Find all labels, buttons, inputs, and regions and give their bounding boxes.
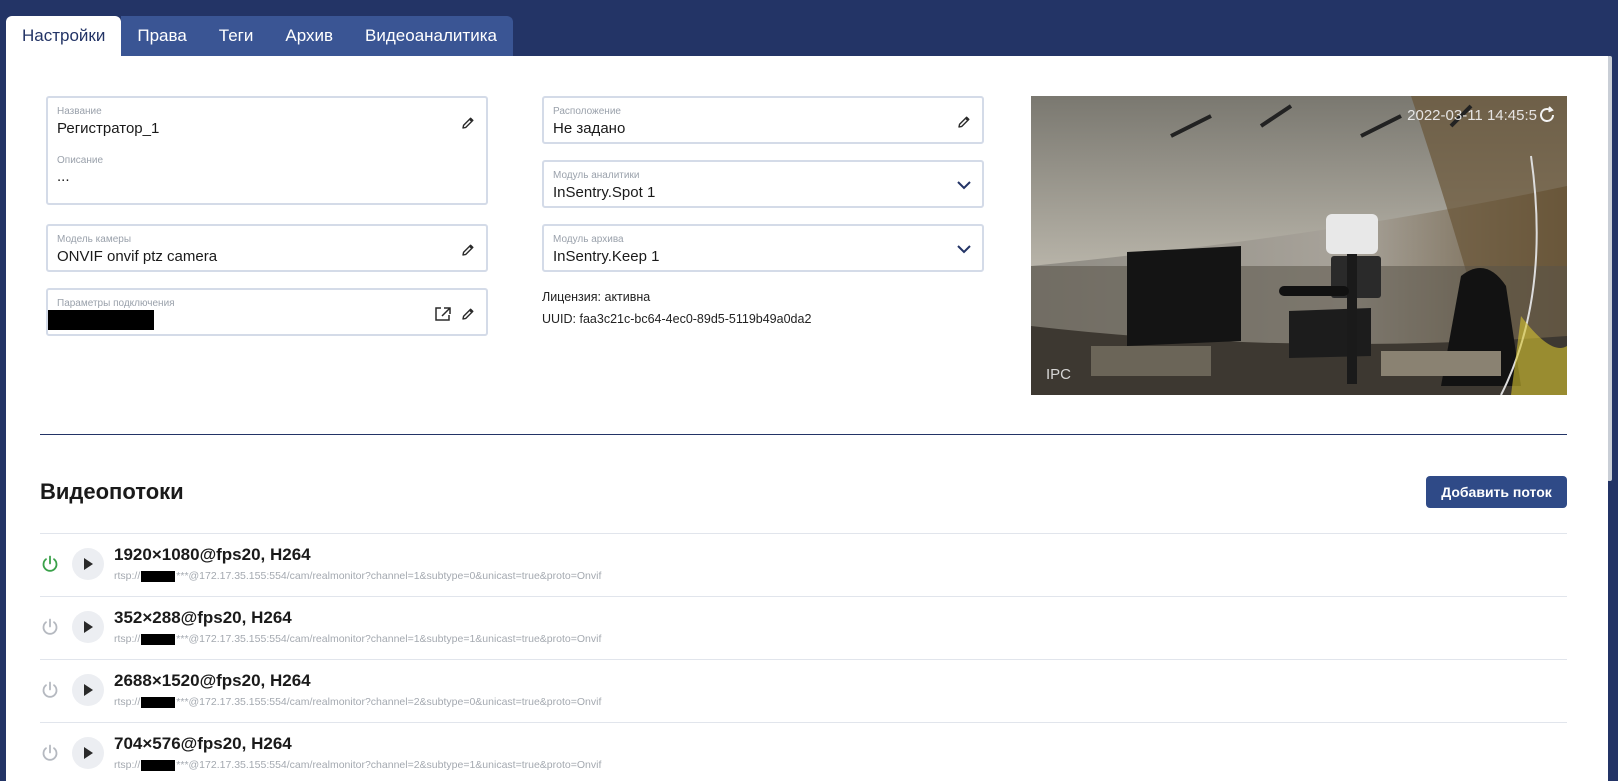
name-label: Название [57, 106, 102, 117]
stream-title: 2688×1520@fps20, H264 [114, 671, 311, 690]
stream-url-prefix: rtsp:// [114, 696, 141, 708]
streams-section-title: Видеопотоки [40, 479, 184, 504]
connection-params-field[interactable]: Параметры подключения [46, 288, 488, 336]
connection-params-label: Параметры подключения [57, 298, 175, 309]
stream-url-prefix: rtsp:// [114, 633, 141, 645]
power-off-icon[interactable] [40, 680, 60, 700]
add-stream-button[interactable]: Добавить поток [1426, 476, 1567, 508]
stream-url-prefix: rtsp:// [114, 759, 141, 771]
power-off-icon[interactable] [40, 617, 60, 637]
name-value: Регистратор_1 [57, 120, 160, 137]
stream-row[interactable]: 704×576@fps20, H264 rtsp:// ***@172.17.35… [40, 722, 1567, 781]
description-value: ... [57, 168, 70, 185]
tab-tags[interactable]: Теги [202, 16, 270, 56]
stream-url: rtsp:// ***@172.17.35.155:554/cam/realmon… [114, 759, 601, 771]
redacted-credentials [141, 570, 176, 582]
stream-url-suffix: ***@172.17.35.155:554/cam/realmonitor?ch… [176, 570, 602, 582]
stream-url-prefix: rtsp:// [114, 570, 141, 582]
license-status: Лицензия: активна [542, 290, 651, 304]
play-button[interactable] [72, 674, 104, 706]
play-icon [84, 747, 93, 759]
location-field[interactable]: Расположение Не задано [542, 96, 984, 144]
stream-row[interactable]: 1920×1080@fps20, H264 rtsp:// ***@172.17.… [40, 533, 1567, 596]
stream-title: 704×576@fps20, H264 [114, 734, 292, 753]
edit-camera-model-icon[interactable] [459, 241, 477, 259]
stream-url-suffix: ***@172.17.35.155:554/cam/realmonitor?ch… [176, 696, 602, 708]
preview-overlay-label: IPC [1046, 366, 1072, 383]
location-label: Расположение [553, 106, 621, 117]
refresh-icon[interactable] [1537, 105, 1557, 125]
camera-model-field[interactable]: Модель камеры ONVIF onvif ptz camera [46, 224, 488, 272]
power-on-icon[interactable] [40, 554, 60, 574]
redacted-credentials [141, 696, 176, 708]
name-description-field[interactable]: Название Регистратор_1 Описание ... [46, 96, 488, 205]
stream-url: rtsp:// ***@172.17.35.155:554/cam/realmon… [114, 696, 601, 708]
redacted-connection-value [48, 310, 154, 330]
stream-url: rtsp:// ***@172.17.35.155:554/cam/realmon… [114, 633, 601, 645]
redacted-credentials [141, 759, 176, 771]
chevron-down-icon[interactable] [955, 240, 973, 258]
play-button[interactable] [72, 737, 104, 769]
chevron-down-icon[interactable] [955, 176, 973, 194]
edit-connection-icon[interactable] [459, 305, 477, 323]
stream-title: 352×288@fps20, H264 [114, 608, 292, 627]
uuid-text: UUID: faa3c21c-bc64-4ec0-89d5-5119b49a0d… [542, 312, 812, 326]
play-icon [84, 684, 93, 696]
camera-frame-image [1031, 96, 1567, 395]
stream-url-suffix: ***@172.17.35.155:554/cam/realmonitor?ch… [176, 633, 602, 645]
power-off-icon[interactable] [40, 743, 60, 763]
archive-module-select[interactable]: Модуль архива InSentry.Keep 1 [542, 224, 984, 272]
edit-location-icon[interactable] [955, 113, 973, 131]
camera-preview[interactable]: 2022-03-11 14:45:5 IPC [1031, 96, 1567, 395]
archive-module-label: Модуль архива [553, 234, 624, 245]
tab-archive[interactable]: Архив [269, 16, 350, 56]
stream-url-suffix: ***@172.17.35.155:554/cam/realmonitor?ch… [176, 759, 602, 771]
play-button[interactable] [72, 611, 104, 643]
camera-model-label: Модель камеры [57, 234, 132, 245]
stream-row[interactable]: 352×288@fps20, H264 rtsp:// ***@172.17.35… [40, 596, 1567, 659]
preview-timestamp: 2022-03-11 14:45:5 [1407, 107, 1537, 124]
analytics-module-label: Модуль аналитики [553, 170, 640, 181]
stream-url: rtsp:// ***@172.17.35.155:554/cam/realmon… [114, 570, 601, 582]
open-external-icon[interactable] [434, 305, 452, 323]
section-divider [40, 434, 1567, 435]
camera-model-value: ONVIF onvif ptz camera [57, 248, 218, 265]
tab-bar: Настройки Права Теги Архив Видеоаналитик… [6, 16, 513, 56]
archive-module-value: InSentry.Keep 1 [553, 248, 660, 265]
location-value: Не задано [553, 120, 626, 137]
analytics-module-value: InSentry.Spot 1 [553, 184, 656, 201]
analytics-module-select[interactable]: Модуль аналитики InSentry.Spot 1 [542, 160, 984, 208]
tab-settings[interactable]: Настройки [6, 16, 122, 56]
description-label: Описание [57, 155, 104, 166]
play-icon [84, 621, 93, 633]
tab-permissions[interactable]: Права [121, 16, 203, 56]
stream-row[interactable]: 2688×1520@fps20, H264 rtsp:// ***@172.17.… [40, 659, 1567, 722]
edit-name-icon[interactable] [459, 114, 477, 132]
stream-title: 1920×1080@fps20, H264 [114, 545, 311, 564]
tab-video-analytics[interactable]: Видеоаналитика [349, 16, 513, 56]
play-button[interactable] [72, 548, 104, 580]
play-icon [84, 558, 93, 570]
redacted-credentials [141, 633, 176, 645]
